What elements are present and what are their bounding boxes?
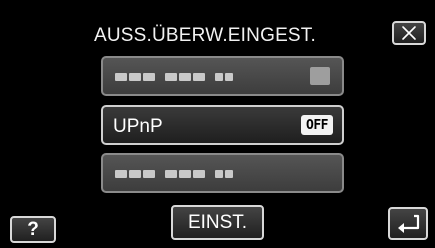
set-button[interactable]: EINST.: [171, 205, 264, 240]
close-button[interactable]: [392, 21, 426, 45]
masked-value: [115, 155, 265, 191]
upnp-row[interactable]: UPnP OFF: [101, 105, 344, 145]
set-button-label: EINST.: [187, 211, 248, 233]
screen: AUSS.ÜBERW.EINGEST. UPnP OFF ? EINST.: [0, 0, 435, 248]
upnp-label: UPnP: [113, 116, 163, 137]
help-label: ?: [27, 218, 39, 240]
close-icon: [402, 26, 416, 40]
masked-setting-row-1[interactable]: [101, 56, 344, 96]
upnp-toggle[interactable]: OFF: [301, 115, 333, 135]
masked-value: [115, 58, 265, 94]
back-button[interactable]: [388, 207, 428, 240]
lock-icon: [310, 67, 330, 85]
page-title: AUSS.ÜBERW.EINGEST.: [93, 25, 316, 46]
masked-setting-row-2[interactable]: [101, 153, 344, 193]
help-button[interactable]: ?: [10, 216, 56, 243]
back-arrow-icon: [398, 214, 420, 233]
